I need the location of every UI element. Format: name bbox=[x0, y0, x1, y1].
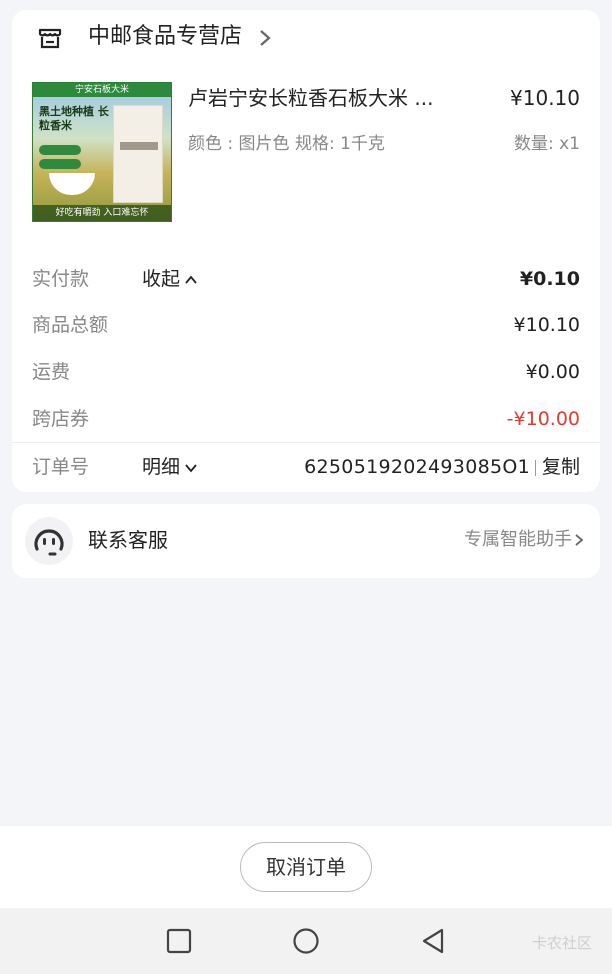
watermark: 卡农社区 bbox=[531, 934, 592, 952]
cancel-order-button[interactable]: 取消订单 bbox=[240, 842, 372, 892]
product-image-footer: 好吃有嚼劲 入口难忘怀 bbox=[33, 205, 171, 221]
product-quantity: 数量: x1 bbox=[513, 134, 580, 154]
product-image-tag bbox=[39, 159, 81, 169]
recent-apps-icon[interactable] bbox=[164, 926, 194, 956]
product-image-tag bbox=[39, 145, 81, 155]
coupon-label: 跨店券 bbox=[32, 408, 90, 430]
divider bbox=[12, 442, 600, 443]
order-number-label: 订单号 bbox=[32, 456, 90, 478]
detail-label: 明细 bbox=[142, 456, 181, 478]
paid-row: 实付款 收起 ¥0.10 bbox=[12, 256, 600, 302]
chevron-down-icon bbox=[185, 463, 197, 472]
smart-assistant-link[interactable]: 专属智能助手 bbox=[464, 526, 586, 554]
customer-service-label: 联系客服 bbox=[88, 528, 168, 552]
store-name[interactable]: 中邮食品专营店 bbox=[88, 22, 242, 52]
customer-service-icon bbox=[25, 517, 73, 565]
shipping-label: 运费 bbox=[32, 361, 71, 383]
collapse-label: 收起 bbox=[142, 268, 181, 290]
total-label: 商品总额 bbox=[32, 314, 109, 336]
smart-assistant-label: 专属智能助手 bbox=[464, 529, 572, 550]
bottom-action-bar: 取消订单 bbox=[0, 826, 612, 908]
chevron-right-icon bbox=[260, 30, 271, 46]
order-number: 6250519202493085O1 bbox=[304, 456, 530, 478]
rice-bag-label bbox=[120, 142, 158, 150]
detail-toggle[interactable]: 明细 bbox=[142, 454, 198, 480]
paid-value: ¥0.10 bbox=[519, 268, 580, 290]
shipping-row: 运费 ¥0.00 bbox=[12, 349, 600, 395]
product-price: ¥10.10 bbox=[510, 86, 580, 110]
product-image[interactable]: 宁安石板大米 黑土地种植 长粒香米 好吃有嚼劲 入口难忘怀 bbox=[32, 82, 172, 222]
system-nav-bar: 卡农社区 bbox=[0, 908, 612, 974]
paid-label: 实付款 bbox=[32, 268, 90, 290]
rice-bag-graphic bbox=[113, 105, 163, 203]
chevron-up-icon bbox=[185, 275, 197, 284]
product-title[interactable]: 卢岩宁安长粒香石板大米 ... bbox=[188, 84, 468, 112]
product-image-headline: 黑土地种植 长粒香米 bbox=[39, 105, 109, 132]
product-spec: 颜色 : 图片色 规格: 1千克 bbox=[188, 134, 385, 154]
total-value: ¥10.10 bbox=[513, 314, 580, 336]
chevron-right-icon bbox=[575, 534, 584, 546]
total-row: 商品总额 ¥10.10 bbox=[12, 302, 600, 348]
store-row[interactable]: 中邮食品专营店 bbox=[12, 10, 600, 66]
product-image-banner: 宁安石板大米 bbox=[33, 83, 171, 97]
home-icon[interactable] bbox=[291, 926, 321, 956]
copy-button[interactable]: 复制 bbox=[542, 454, 580, 480]
separator bbox=[535, 460, 536, 476]
store-icon bbox=[38, 28, 62, 49]
rice-bowl-graphic bbox=[49, 173, 95, 195]
back-icon[interactable] bbox=[418, 926, 448, 956]
order-card: 中邮食品专营店 宁安石板大米 黑土地种植 长粒香米 好吃有嚼劲 入口难忘怀 卢岩… bbox=[12, 10, 600, 492]
shipping-value: ¥0.00 bbox=[525, 361, 580, 383]
coupon-value: -¥10.00 bbox=[506, 408, 580, 430]
customer-service-card[interactable]: 联系客服 专属智能助手 bbox=[12, 504, 600, 578]
order-number-row: 订单号 明细 6250519202493085O1 复制 bbox=[12, 444, 600, 490]
coupon-row: 跨店券 -¥10.00 bbox=[12, 396, 600, 442]
collapse-toggle[interactable]: 收起 bbox=[142, 266, 198, 292]
